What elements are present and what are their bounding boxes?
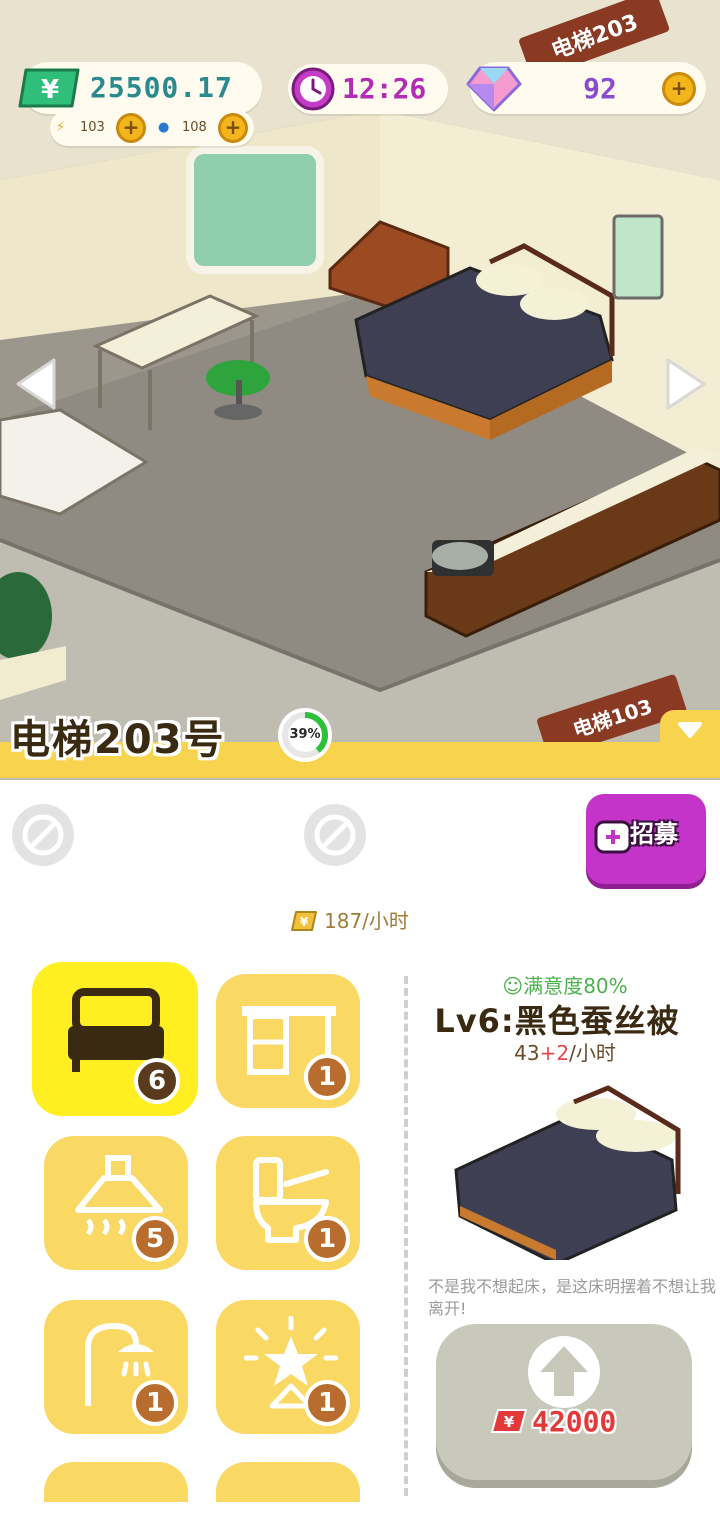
bed-preview-image — [454, 1085, 681, 1260]
money-icon: ¥ — [491, 1409, 527, 1433]
svg-text:¥: ¥ — [300, 915, 309, 929]
upgrade-button[interactable]: ¥ — [436, 1324, 692, 1480]
time-value: 12:26 — [342, 72, 427, 105]
room-title: 电梯203号 — [10, 717, 226, 763]
category-tile-decoration[interactable]: 1 — [216, 1300, 360, 1434]
category-tile-shower[interactable]: 1 — [44, 1300, 188, 1434]
gem-value: 92 — [583, 72, 617, 105]
category-tile-kitchen[interactable]: 5 — [44, 1136, 188, 1270]
svg-text:¥: ¥ — [504, 1413, 515, 1431]
satisfaction-label: ☺满意度80% — [502, 974, 628, 998]
room-progress-label: 39% — [289, 727, 321, 742]
category-count-badge: 5 — [132, 1216, 178, 1262]
svg-text:¥: ¥ — [41, 75, 59, 105]
next-room-arrow-icon[interactable] — [664, 356, 708, 412]
category-tile-bed[interactable]: 6 — [32, 962, 198, 1116]
smile-icon: ☺ — [502, 974, 524, 998]
category-tile-more[interactable] — [216, 1462, 360, 1502]
recruit-label: 招募 — [630, 820, 678, 848]
gem-icon — [466, 66, 522, 112]
category-count-badge: 1 — [132, 1380, 178, 1426]
category-count-badge: 1 — [304, 1054, 350, 1100]
locked-staff-slot[interactable] — [12, 804, 74, 866]
add-gems-button[interactable]: + — [662, 72, 696, 106]
previous-room-arrow-icon[interactable] — [14, 356, 58, 412]
clock-icon — [291, 67, 335, 111]
upgrade-arrow-icon — [528, 1336, 600, 1408]
money-value: 25500.17 — [90, 71, 233, 104]
item-rate: 43+2/小时 — [514, 1041, 616, 1065]
add-water-button[interactable]: + — [218, 113, 248, 143]
category-count-badge: 1 — [304, 1216, 350, 1262]
add-energy-button[interactable]: + — [116, 113, 146, 143]
locked-staff-slot[interactable] — [304, 804, 366, 866]
category-tile-more[interactable] — [44, 1462, 188, 1502]
category-count-badge: 6 — [134, 1058, 180, 1104]
upgrade-cost: 42000 — [532, 1405, 617, 1438]
money-icon: ¥ — [291, 911, 317, 931]
collapse-panel-button[interactable] — [660, 710, 720, 750]
locked-slot-icon — [22, 814, 64, 856]
energy-icon: ⚡ — [56, 120, 66, 135]
category-tile-toilet[interactable]: 1 — [216, 1136, 360, 1270]
item-description: 不是我不想起床，是这床明摆着不想让我离开! — [428, 1277, 717, 1318]
locked-slot-icon — [314, 814, 356, 856]
money-icon: ¥ — [18, 68, 80, 108]
panel-divider — [404, 976, 410, 1496]
water-value: 108 — [182, 120, 207, 135]
energy-value: 103 — [80, 120, 105, 135]
income-per-hour: 187/小时 — [324, 909, 409, 933]
chevron-down-icon — [678, 722, 702, 738]
category-tile-desk[interactable]: 1 — [216, 974, 360, 1108]
category-count-badge: 1 — [304, 1380, 350, 1426]
water-drop-icon: ● — [158, 120, 170, 135]
